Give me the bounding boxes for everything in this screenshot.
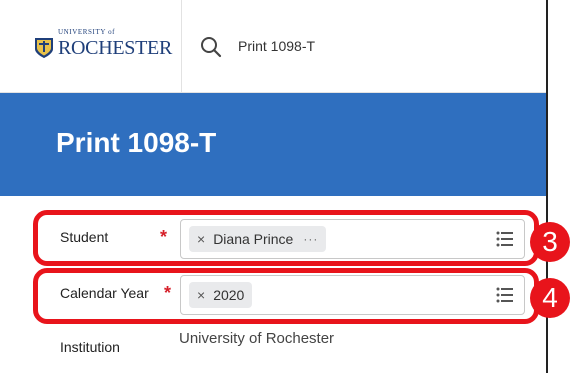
- step-badge-3: 3: [530, 222, 570, 262]
- header-divider: [181, 0, 182, 92]
- page-header-banner: Print 1098-T: [0, 93, 546, 196]
- institution-value: University of Rochester: [179, 330, 335, 347]
- search-input[interactable]: Print 1098-T: [238, 38, 315, 54]
- top-bar: UNIVERSITY of ROCHESTER Print 1098-T: [0, 0, 546, 93]
- logo-rochester-text: ROCHESTER: [58, 36, 172, 59]
- step-badge-4: 4: [530, 278, 570, 318]
- crest-icon: [35, 38, 53, 58]
- page-title: Print 1098-T: [56, 127, 217, 158]
- university-logo[interactable]: UNIVERSITY of ROCHESTER: [34, 28, 172, 60]
- highlight-box-student: [33, 210, 539, 266]
- search-icon[interactable]: [200, 36, 222, 58]
- logo-university-text: UNIVERSITY of: [58, 27, 116, 36]
- institution-label: Institution: [60, 339, 120, 355]
- logo-wordmark: UNIVERSITY of ROCHESTER: [58, 28, 172, 60]
- highlight-box-calendar-year: [33, 268, 539, 324]
